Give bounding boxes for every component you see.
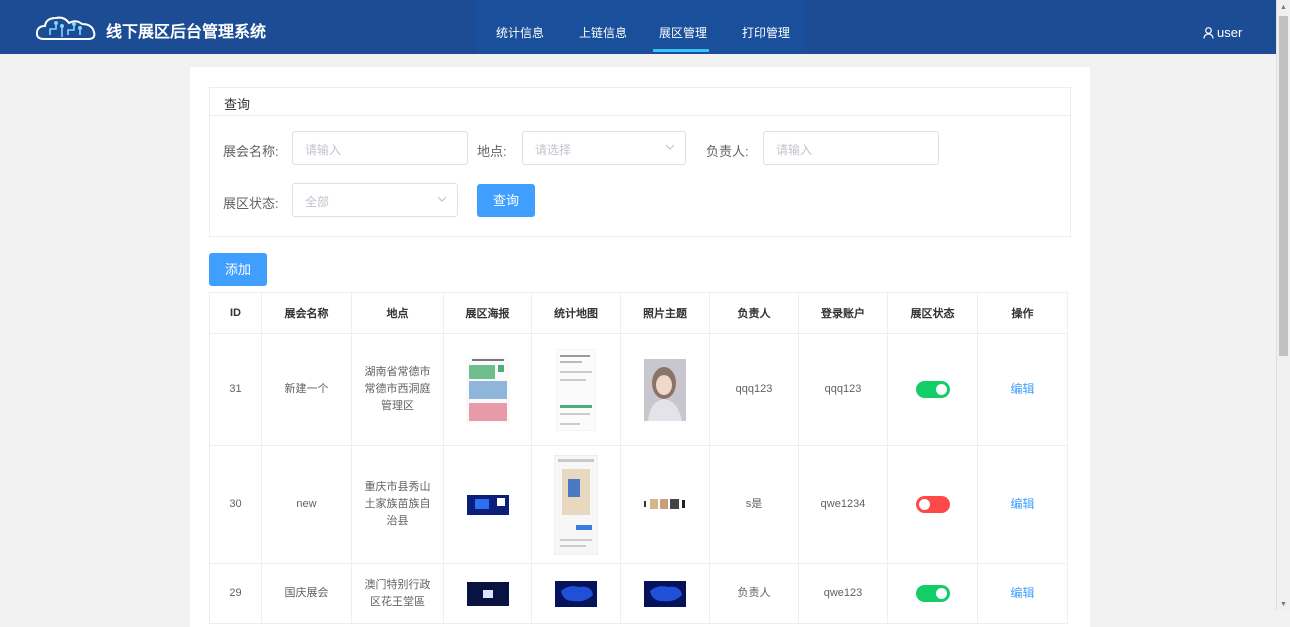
nav-item-chain-info[interactable]: 上链信息: [579, 24, 627, 41]
status-toggle-switch[interactable]: [915, 584, 950, 602]
cell-action: 编辑: [977, 445, 1068, 564]
photo-theme-thumbnail[interactable]: [642, 497, 688, 511]
col-header-status: 展区状态: [887, 292, 978, 334]
cell-id: 31: [209, 333, 262, 446]
owner-input[interactable]: 请输入: [763, 131, 939, 165]
col-header-map: 统计地图: [531, 292, 621, 334]
cell-account: qqq123: [798, 333, 888, 446]
cell-place: 重庆市县秀山土家族苗族自治县: [351, 445, 444, 564]
cell-action: 编辑: [977, 563, 1068, 624]
exhibition-name-label: 展会名称:: [223, 144, 279, 159]
col-header-poster: 展区海报: [443, 292, 532, 334]
cloud-circuit-logo-icon: [36, 16, 96, 40]
owner-label: 负责人:: [706, 144, 749, 159]
page-scrollbar[interactable]: ▲ ▼: [1276, 0, 1290, 610]
scroll-up-arrow-icon[interactable]: ▲: [1280, 4, 1287, 11]
cell-name: 国庆展会: [261, 563, 352, 624]
nav-item-print-management[interactable]: 打印管理: [742, 24, 790, 41]
exhibit-table: ID 展会名称 地点 展区海报 统计地图 照片主题 负责人 登录账户 展区状态 …: [209, 292, 1068, 624]
col-header-account: 登录账户: [798, 292, 888, 334]
col-header-place: 地点: [351, 292, 444, 334]
top-nav: 统计信息 上链信息 展区管理 打印管理: [476, 0, 806, 54]
photo-theme-thumbnail[interactable]: [644, 580, 686, 607]
scroll-down-arrow-icon[interactable]: ▼: [1280, 601, 1287, 608]
table-row: 29 国庆展会 澳门特别行政区花王堂區 负责人 qwe123 编辑: [209, 563, 1068, 624]
cell-id: 30: [209, 445, 262, 564]
edit-link[interactable]: 编辑: [1010, 497, 1034, 511]
query-header: 查询: [210, 88, 1070, 116]
table-row: 30 new 重庆市县秀山土家族苗族自治县 s是 qwe1234 编辑: [209, 445, 1068, 564]
user-name: user: [1217, 25, 1243, 40]
cell-poster: [443, 563, 532, 624]
add-button[interactable]: 添加: [209, 253, 267, 286]
cell-owner: qqq123: [709, 333, 799, 446]
poster-thumbnail[interactable]: [466, 581, 509, 606]
map-thumbnail[interactable]: [555, 580, 597, 607]
cell-map: [531, 563, 621, 624]
scroll-thumb[interactable]: [1279, 16, 1288, 356]
cell-account: qwe1234: [798, 445, 888, 564]
cell-name: 新建一个: [261, 333, 352, 446]
nav-active-indicator: [653, 49, 709, 52]
user-icon: [1203, 27, 1214, 39]
search-button[interactable]: 查询: [477, 184, 535, 217]
cell-name: new: [261, 445, 352, 564]
cell-action: 编辑: [977, 333, 1068, 446]
owner-placeholder: 请输入: [776, 143, 813, 157]
exhibition-name-placeholder: 请输入: [305, 143, 342, 157]
top-header: 线下展区后台管理系统 统计信息 上链信息 展区管理 打印管理 user: [0, 0, 1276, 54]
cell-place: 澳门特别行政区花王堂區: [351, 563, 444, 624]
status-label: 展区状态:: [223, 196, 279, 211]
app-title: 线下展区后台管理系统: [106, 24, 267, 41]
status-selected-value: 全部: [305, 195, 330, 209]
col-header-id: ID: [209, 292, 262, 334]
cell-photo-theme: [620, 445, 710, 564]
cell-account: qwe123: [798, 563, 888, 624]
edit-link[interactable]: 编辑: [1010, 586, 1034, 600]
place-placeholder: 请选择: [535, 143, 572, 157]
status-toggle-switch[interactable]: [915, 380, 950, 398]
edit-link[interactable]: 编辑: [1010, 382, 1034, 396]
place-label: 地点:: [477, 144, 507, 159]
cell-photo-theme: [620, 563, 710, 624]
poster-thumbnail[interactable]: [465, 356, 510, 423]
table-header-row: ID 展会名称 地点 展区海报 统计地图 照片主题 负责人 登录账户 展区状态 …: [209, 292, 1068, 334]
col-header-action: 操作: [977, 292, 1068, 334]
status-select[interactable]: 全部: [292, 183, 458, 217]
col-header-owner: 负责人: [709, 292, 799, 334]
cell-map: [531, 333, 621, 446]
table-row: 31 新建一个 湖南省常德市常德市西洞庭管理区 qqq123 qqq123 编辑: [209, 333, 1068, 446]
photo-theme-thumbnail[interactable]: [644, 358, 686, 421]
nav-item-statistics[interactable]: 统计信息: [496, 24, 544, 41]
place-select[interactable]: 请选择: [522, 131, 686, 165]
exhibition-name-input[interactable]: 请输入: [292, 131, 468, 165]
cell-status: [887, 333, 978, 446]
chevron-down-icon: [665, 144, 675, 150]
map-thumbnail[interactable]: [554, 454, 598, 555]
cell-owner: s是: [709, 445, 799, 564]
status-toggle-switch[interactable]: [915, 495, 950, 513]
chevron-down-icon: [437, 196, 447, 202]
user-menu[interactable]: user: [1203, 25, 1242, 40]
cell-status: [887, 563, 978, 624]
col-header-name: 展会名称: [261, 292, 352, 334]
nav-item-exhibit-management[interactable]: 展区管理: [659, 24, 707, 41]
cell-status: [887, 445, 978, 564]
cell-poster: [443, 333, 532, 446]
cell-photo-theme: [620, 333, 710, 446]
cell-id: 29: [209, 563, 262, 624]
poster-thumbnail[interactable]: [466, 494, 509, 515]
map-thumbnail[interactable]: [556, 348, 596, 431]
cell-map: [531, 445, 621, 564]
query-title: 查询: [224, 97, 251, 112]
cell-place: 湖南省常德市常德市西洞庭管理区: [351, 333, 444, 446]
cell-owner: 负责人: [709, 563, 799, 624]
cell-poster: [443, 445, 532, 564]
col-header-photo-theme: 照片主题: [620, 292, 710, 334]
